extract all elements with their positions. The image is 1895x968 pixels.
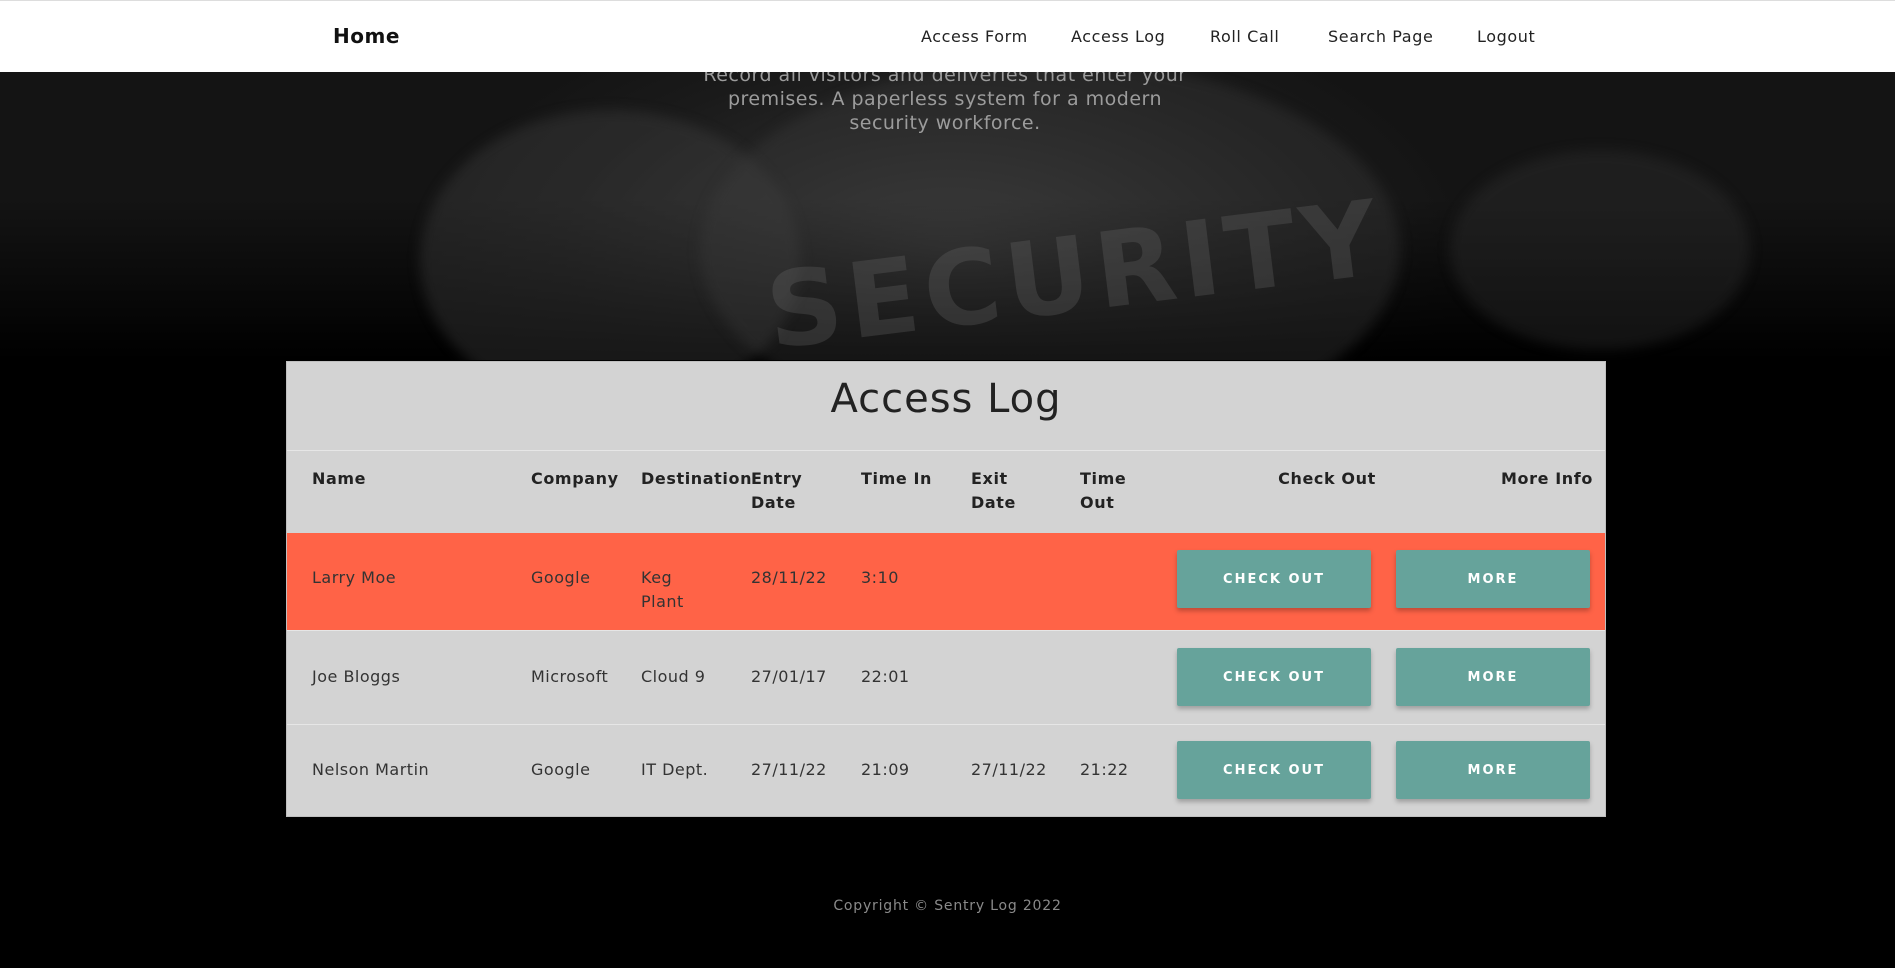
access-log-card: Access Log Name Company Destination Entr… xyxy=(286,361,1606,817)
cell-entry-date: 28/11/22 xyxy=(751,568,827,587)
hero-tagline-line: security workforce. xyxy=(849,112,1041,134)
page: SECURITY Record all visitors and deliver… xyxy=(0,0,1895,968)
cell-entry-date: 27/11/22 xyxy=(751,760,827,779)
cell-time-in: 21:09 xyxy=(861,760,910,779)
more-button[interactable]: MORE xyxy=(1396,550,1590,608)
column-header-time-in: Time In xyxy=(861,469,933,488)
cell-destination: IT Dept. xyxy=(641,760,709,779)
divider xyxy=(287,450,1605,451)
cell-name: Nelson Martin xyxy=(312,760,430,779)
table-row: Joe Bloggs Microsoft Cloud 9 27/01/17 22… xyxy=(287,631,1605,724)
cell-time-out: 21:22 xyxy=(1080,760,1129,779)
column-header-exit-date: Exit Date xyxy=(971,469,1016,512)
check-out-button[interactable]: CHECK OUT xyxy=(1177,741,1371,799)
cell-destination: Keg Plant xyxy=(641,568,684,611)
cell-name: Joe Bloggs xyxy=(312,667,401,686)
hero-tagline: Record all visitors and deliveries that … xyxy=(690,63,1200,135)
column-header-name: Name xyxy=(312,469,367,488)
hero-shadow-shape xyxy=(1450,150,1750,350)
cell-company: Google xyxy=(531,568,591,587)
table-row: Nelson Martin Google IT Dept. 27/11/22 2… xyxy=(287,725,1605,816)
access-log-title: Access Log xyxy=(830,376,1062,422)
cell-time-in: 3:10 xyxy=(861,568,899,587)
cell-entry-date: 27/01/17 xyxy=(751,667,827,686)
footer-copyright: Copyright © Sentry Log 2022 xyxy=(833,898,1062,914)
column-header-time-out: Time Out xyxy=(1080,469,1127,512)
cell-company: Google xyxy=(531,760,591,779)
column-header-company: Company xyxy=(531,469,619,488)
column-header-check-out: Check Out xyxy=(1278,469,1376,488)
cell-destination: Cloud 9 xyxy=(641,667,706,686)
cell-name: Larry Moe xyxy=(312,568,397,587)
column-header-entry-date: Entry Date xyxy=(751,469,803,512)
check-out-button[interactable]: CHECK OUT xyxy=(1177,550,1371,608)
more-button[interactable]: MORE xyxy=(1396,741,1590,799)
nav-link-access-log[interactable]: Access Log xyxy=(1071,27,1165,46)
nav-links: Access Form Access Log Roll Call Search … xyxy=(0,27,1895,51)
nav-link-access-form[interactable]: Access Form xyxy=(921,27,1028,46)
cell-time-in: 22:01 xyxy=(861,667,910,686)
table-row: Larry Moe Google Keg Plant 28/11/22 3:10… xyxy=(287,533,1605,630)
column-header-more-info: More Info xyxy=(1501,469,1593,488)
more-button[interactable]: MORE xyxy=(1396,648,1590,706)
navbar: Home Access Form Access Log Roll Call Se… xyxy=(0,0,1895,72)
check-out-button[interactable]: CHECK OUT xyxy=(1177,648,1371,706)
nav-link-roll-call[interactable]: Roll Call xyxy=(1210,27,1279,46)
nav-link-search-page[interactable]: Search Page xyxy=(1328,27,1433,46)
cell-exit-date: 27/11/22 xyxy=(971,760,1047,779)
hero-tagline-line: premises. A paperless system for a moder… xyxy=(727,88,1163,110)
cell-company: Microsoft xyxy=(531,667,609,686)
column-header-destination: Destination xyxy=(641,469,753,488)
nav-link-logout[interactable]: Logout xyxy=(1477,27,1535,46)
